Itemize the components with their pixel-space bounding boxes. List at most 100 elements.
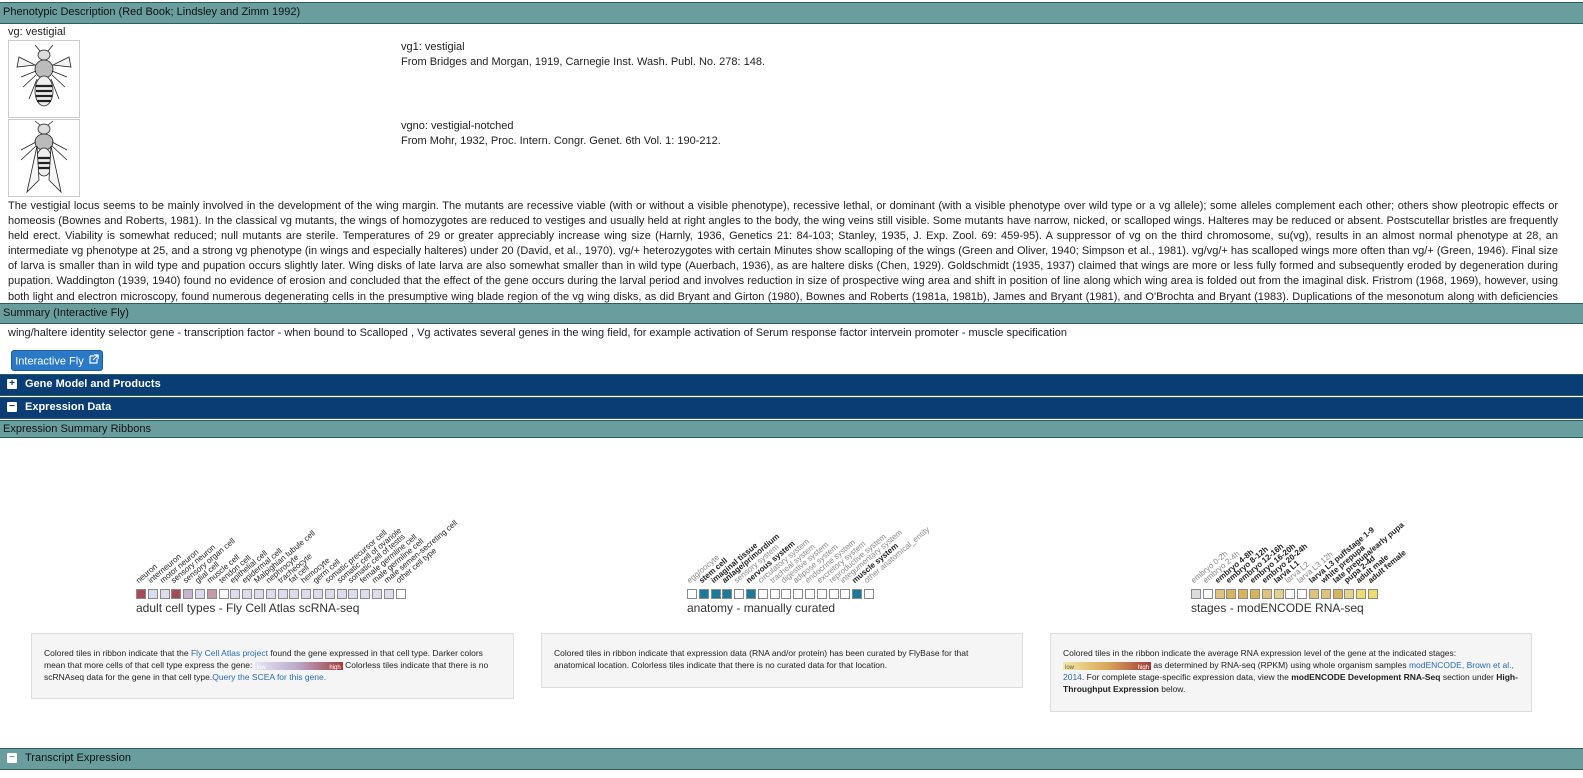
summary-title: Summary (Interactive Fly) [3,307,129,319]
ribbon-tile[interactable] [383,589,394,599]
ribbon-tile[interactable] [746,589,756,599]
ribbon-tile[interactable] [301,589,312,599]
ribbon-tile[interactable] [1250,589,1260,599]
cell-types-ribbon-title: adult cell types - Fly Cell Atlas scRNA-… [136,601,360,615]
gene-model-section-toggle[interactable]: + Gene Model and Products [0,374,1583,396]
ribbon-tile[interactable] [336,589,347,599]
ribbon-tile[interactable] [289,589,300,599]
ribbon-tile[interactable] [816,589,827,599]
ribbon-tile[interactable] [265,589,276,599]
ribbon-tile[interactable] [395,589,406,599]
cell-types-color-legend: low high [254,661,343,671]
ribbon-tile[interactable] [734,589,745,599]
plus-square-icon: + [7,379,17,389]
ribbon-tile[interactable] [230,589,241,599]
ribbon-tile[interactable] [1297,589,1308,599]
ribbon-tile[interactable] [1238,589,1249,599]
stages-info-text-5: below. [1158,684,1186,694]
ribbon-tile[interactable] [710,589,721,599]
ribbon-tile[interactable] [242,589,253,599]
ribbon-tile[interactable] [805,589,815,599]
cell-types-info-text-1: Colored tiles in ribbon indicate that th… [44,648,191,658]
ribbon-tile[interactable] [781,589,792,599]
summary-text: wing/haltere identity selector gene - tr… [8,327,1067,339]
stages-legend-low-label: low [1065,664,1075,671]
transcript-expression-title: Transcript Expression [25,752,131,764]
ribbon-tile[interactable] [147,589,158,599]
query-scea-link[interactable]: Query the SCEA for this gene. [212,672,326,682]
anatomy-ribbon-title: anatomy - manually curated [687,601,836,615]
ribbon-tile[interactable] [136,589,146,599]
ribbon-tile[interactable] [372,589,382,599]
cell-types-info-box: Colored tiles in ribbon indicate that th… [31,633,514,699]
ribbon-tile[interactable] [1285,589,1296,599]
ribbon-tile[interactable] [757,589,768,599]
stages-info-text-2: as determined by RNA-seq (RPKM) using wh… [1153,660,1409,670]
phenotypic-description-text: The vestigial locus seems to be mainly i… [8,200,1558,318]
ribbon-tile[interactable] [1368,589,1378,599]
ribbon-tile[interactable] [348,589,359,599]
ribbon-tile[interactable] [1191,589,1201,599]
ribbon-tile[interactable] [1273,589,1284,599]
expression-data-section-toggle[interactable]: − Expression Data [0,397,1583,419]
ribbon-tile[interactable] [206,589,217,599]
ribbon-tile[interactable] [171,589,182,599]
external-link-icon [89,351,99,372]
transcript-expression-section-toggle[interactable]: − Transcript Expression [0,748,1583,770]
stages-info-text-4: section under [1440,672,1497,682]
legend-high-label: high [329,664,341,671]
stages-ribbon-title: stages - modENCODE RNA-seq [1191,601,1364,615]
ribbon-tile[interactable] [687,589,697,599]
gene-model-title: Gene Model and Products [25,378,161,390]
minus-square-icon: − [7,402,17,412]
ribbon-tile[interactable] [1226,589,1237,599]
ribbon-tile[interactable] [852,589,863,599]
ribbon-tile[interactable] [793,589,804,599]
ribbon-tile[interactable] [1309,589,1319,599]
ribbon-tile[interactable] [1261,589,1272,599]
summary-header: Summary (Interactive Fly) [0,303,1583,324]
ribbon-tile[interactable] [360,589,371,599]
ribbon-tile[interactable] [698,589,709,599]
gene-heading: vg: vestigial [8,26,66,38]
ribbon-tile[interactable] [195,589,205,599]
ribbon-tile[interactable] [254,589,264,599]
ribbon-tile[interactable] [828,589,839,599]
ribbon-tile[interactable] [722,589,733,599]
ribbon-tile[interactable] [1332,589,1343,599]
stages-info-box: Colored tiles in the ribbon indicate the… [1050,633,1532,712]
ribbon-tile[interactable] [159,589,170,599]
stages-color-legend: low high [1063,661,1151,671]
stages-info-text-3: . For complete stage-specific expression… [1081,672,1292,682]
ribbon-tile[interactable] [840,589,851,599]
ribbon-tile[interactable] [218,589,229,599]
ribbon-tile[interactable] [1320,589,1331,599]
fly-image-vgno[interactable] [8,119,80,197]
interactive-fly-button[interactable]: Interactive Fly [11,350,103,371]
ribbon-tile[interactable] [1356,589,1367,599]
allele-vg1-name: vg1: vestigial [401,41,465,53]
allele-vg1-reference: From Bridges and Morgan, 1919, Carnegie … [401,56,766,68]
modencode-rnaseq-section-ref: modENCODE Development RNA-Seq [1291,672,1441,682]
legend-low-label: low [256,664,266,671]
ribbon-tile[interactable] [1202,589,1213,599]
anatomy-info-box: Colored tiles in ribbon indicate that ex… [541,633,1023,688]
ribbon-tile[interactable] [183,589,194,599]
fly-cell-atlas-link[interactable]: Fly Cell Atlas project [191,648,268,658]
anatomy-info-text: Colored tiles in ribbon indicate that ex… [554,648,969,670]
phenotypic-description-title: Phenotypic Description (Red Book; Lindsl… [3,6,301,18]
ribbon-tile[interactable] [769,589,780,599]
ribbon-tile[interactable] [313,589,323,599]
minus-square-icon: − [7,753,17,763]
interactive-fly-button-label: Interactive Fly [15,355,84,368]
stages-legend-high-label: high [1137,664,1149,671]
allele-vgno-reference: From Mohr, 1932, Proc. Intern. Congr. Ge… [401,135,721,147]
ribbon-tile[interactable] [1214,589,1225,599]
fly-image-vg1[interactable] [8,40,80,118]
ribbon-tile[interactable] [864,589,874,599]
ribbon-tile[interactable] [324,589,335,599]
ribbon-tile[interactable] [277,589,288,599]
phenotypic-description-header: Phenotypic Description (Red Book; Lindsl… [0,2,1583,24]
expression-ribbons-title: Expression Summary Ribbons [3,423,151,435]
ribbon-tile[interactable] [1344,589,1355,599]
